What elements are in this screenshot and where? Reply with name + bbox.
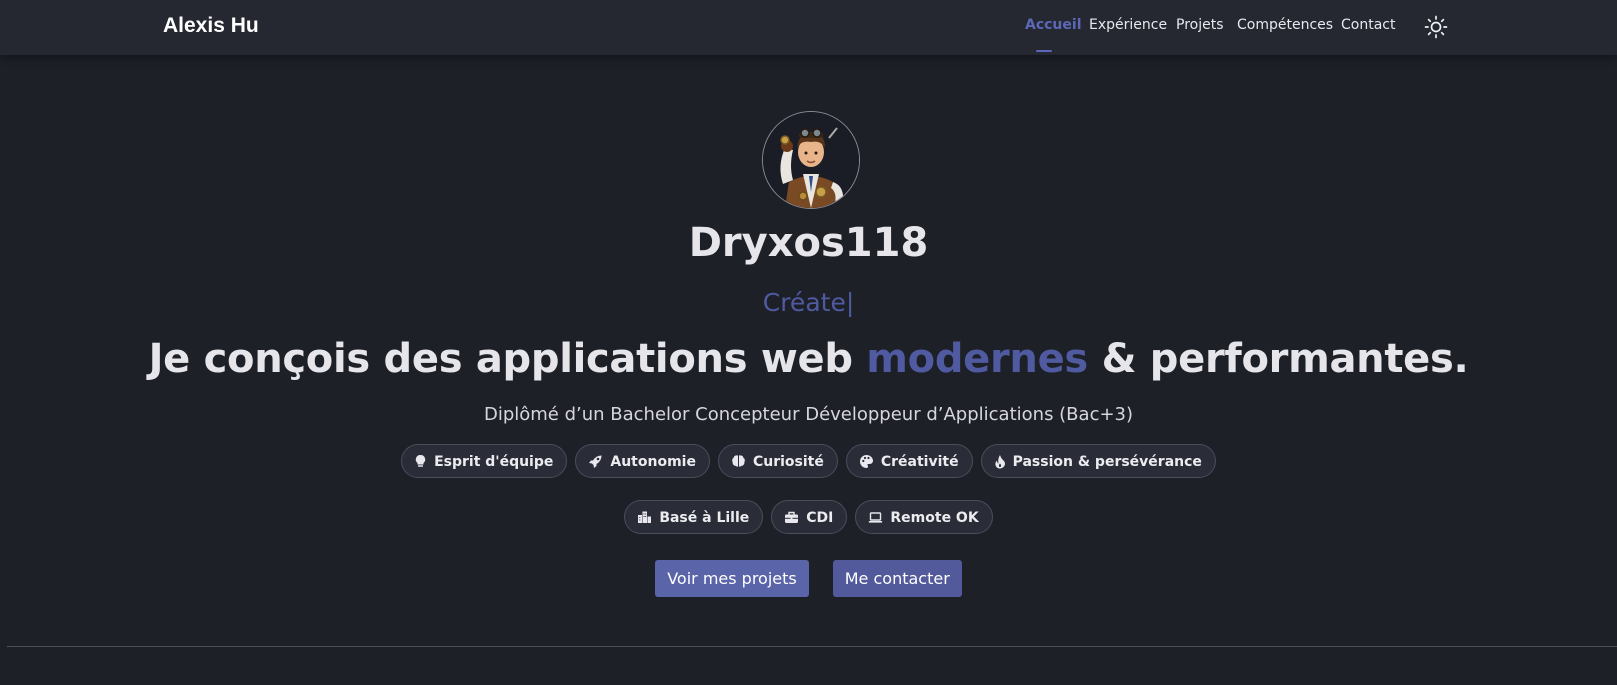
hero-name: Dryxos118 — [688, 220, 929, 266]
nav-link-contact[interactable]: Contact — [1341, 17, 1395, 33]
pill-esprit-equipe: Esprit d'équipe — [401, 444, 568, 478]
info-row: Basé à Lille CDI Remote OK — [0, 500, 1617, 534]
nav-link-experience[interactable]: Expérience — [1089, 17, 1167, 33]
headline-part-2: & performantes. — [1087, 336, 1469, 382]
pill-label: Autonomie — [610, 454, 696, 470]
flame-icon — [994, 454, 1005, 468]
headline-part-1: Je conçois des applications web — [148, 336, 867, 382]
contact-button[interactable]: Me contacter — [832, 560, 962, 597]
pill-cdi: CDI — [771, 500, 848, 534]
rocket-icon — [589, 455, 602, 468]
hero-headline: Je conçois des applications web modernes… — [0, 336, 1617, 382]
nav-link-accueil[interactable]: Accueil — [1025, 17, 1082, 33]
city-icon — [638, 511, 652, 523]
brain-icon — [732, 455, 745, 467]
theme-toggle-button[interactable] — [1424, 15, 1448, 39]
active-nav-indicator — [1036, 50, 1052, 52]
pill-autonomie: Autonomie — [575, 444, 710, 478]
navbar: Alexis Hu Accueil Expérience Projets Com… — [0, 0, 1617, 55]
pill-base-lille: Basé à Lille — [624, 500, 764, 534]
laptop-icon — [869, 511, 883, 523]
qualities-row: Esprit d'équipe Autonomie Curiosité Créa… — [0, 444, 1617, 478]
section-divider — [7, 646, 1617, 647]
pill-label: CDI — [806, 510, 834, 526]
headline-accent: modernes — [866, 336, 1088, 382]
pill-creativite: Créativité — [845, 444, 973, 478]
pill-passion: Passion & persévérance — [980, 444, 1216, 478]
pill-label: Basé à Lille — [659, 510, 750, 526]
pill-label: Passion & persévérance — [1012, 454, 1202, 470]
cta-row: Voir mes projets Me contacter — [0, 560, 1617, 597]
lightbulb-icon — [415, 454, 426, 467]
pill-label: Esprit d'équipe — [434, 454, 554, 470]
avatar — [762, 111, 860, 209]
pill-label: Curiosité — [752, 454, 824, 470]
pill-curiosite: Curiosité — [717, 444, 838, 478]
steampunk-avatar-image — [763, 112, 859, 208]
hero-subtitle: Diplômé d’un Bachelor Concepteur Dévelop… — [483, 404, 1134, 425]
nav-link-competences[interactable]: Compétences — [1237, 17, 1333, 33]
typewriter-text: Créate| — [762, 288, 855, 317]
brand-logo[interactable]: Alexis Hu — [163, 14, 259, 38]
briefcase-icon — [785, 511, 799, 523]
view-projects-button[interactable]: Voir mes projets — [655, 560, 809, 597]
pill-label: Créativité — [880, 454, 959, 470]
pill-label: Remote OK — [890, 510, 979, 526]
pill-remote: Remote OK — [855, 500, 993, 534]
sun-icon — [1424, 15, 1448, 39]
nav-link-projets[interactable]: Projets — [1176, 17, 1224, 33]
palette-icon — [859, 454, 873, 468]
